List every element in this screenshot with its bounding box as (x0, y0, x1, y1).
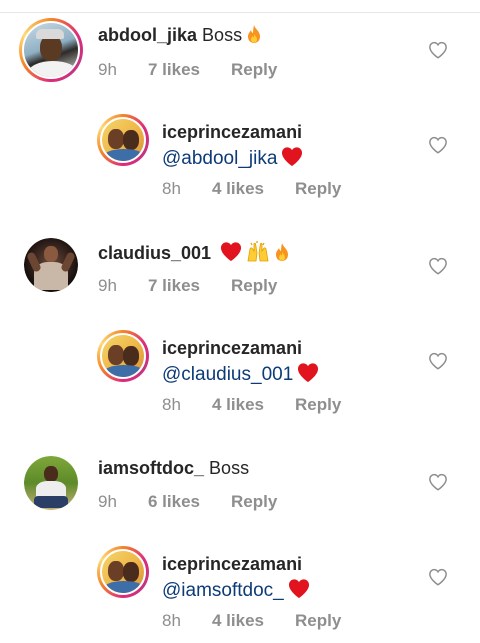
fire-emoji-icon (248, 25, 261, 43)
like-heart-icon[interactable] (428, 136, 448, 154)
timestamp: 8h (162, 395, 181, 414)
username[interactable]: iceprincezamani (162, 338, 302, 359)
red-heart-emoji-icon (288, 579, 309, 599)
likes-count[interactable]: 7 likes (148, 60, 200, 80)
reply-button[interactable]: Reply (295, 179, 341, 199)
likes-count[interactable]: 6 likes (148, 492, 200, 512)
username[interactable]: iamsoftdoc_ (98, 458, 204, 478)
like-heart-icon[interactable] (428, 352, 448, 370)
like-heart-icon[interactable] (428, 568, 448, 586)
avatar[interactable] (24, 238, 78, 292)
comment-meta: 8h 4 likes Reply (162, 179, 362, 201)
comment-meta: 8h 4 likes Reply (162, 395, 362, 417)
reply-button[interactable]: Reply (231, 276, 277, 296)
avatar[interactable] (19, 18, 83, 82)
top-divider (0, 0, 480, 13)
comment-iamsoftdoc: iamsoftdoc_ Boss 9h 6 likes Reply (0, 448, 480, 538)
comment-body: @iamsoftdoc_ (162, 578, 311, 602)
raised-hands-emoji-icon (247, 241, 269, 262)
mention-link[interactable]: @iamsoftdoc_ (162, 580, 284, 601)
fire-emoji-icon (276, 243, 289, 261)
red-heart-emoji-icon (221, 242, 242, 262)
red-heart-emoji-icon (282, 147, 303, 167)
comment-text: Boss (209, 458, 250, 478)
timestamp: 8h (162, 611, 181, 630)
avatar[interactable] (97, 330, 149, 382)
comment-claudius-001: claudius_001 9h 7 likes Reply (0, 232, 480, 322)
like-heart-icon[interactable] (428, 257, 448, 275)
avatar[interactable] (97, 114, 149, 166)
comment-text: Boss (202, 25, 243, 45)
likes-count[interactable]: 4 likes (212, 395, 264, 415)
like-heart-icon[interactable] (428, 41, 448, 59)
reply-button[interactable]: Reply (295, 395, 341, 415)
likes-count[interactable]: 4 likes (212, 179, 264, 199)
comment-abdool-jika: abdool_jika Boss 9h 7 likes Reply (0, 16, 480, 106)
mention-link[interactable]: @claudius_001 (162, 364, 293, 385)
comment-body: iamsoftdoc_ Boss (98, 458, 249, 479)
username[interactable]: iceprincezamani (162, 122, 302, 143)
timestamp: 9h (98, 276, 117, 295)
timestamp: 9h (98, 60, 117, 79)
comment-meta: 9h 6 likes Reply (98, 492, 298, 514)
username[interactable]: iceprincezamani (162, 554, 302, 575)
comment-meta: 8h 4 likes Reply (162, 611, 362, 633)
avatar[interactable] (24, 456, 78, 510)
likes-count[interactable]: 7 likes (148, 276, 200, 296)
reply-button[interactable]: Reply (295, 611, 341, 631)
reply-button[interactable]: Reply (231, 60, 277, 80)
comment-body: @claudius_001 (162, 362, 320, 386)
reply-iceprincezamani-1: iceprincezamani @abdool_jika 8h 4 likes … (0, 108, 480, 208)
timestamp: 8h (162, 179, 181, 198)
mention-link[interactable]: @abdool_jika (162, 148, 277, 169)
reply-button[interactable]: Reply (231, 492, 277, 512)
username[interactable]: abdool_jika (98, 25, 197, 45)
likes-count[interactable]: 4 likes (212, 611, 264, 631)
username[interactable]: claudius_001 (98, 243, 211, 263)
comment-body: abdool_jika Boss (98, 24, 263, 46)
reply-iceprincezamani-3: iceprincezamani @iamsoftdoc_ 8h 4 likes … (0, 540, 480, 643)
reply-iceprincezamani-2: iceprincezamani @claudius_001 8h 4 likes… (0, 324, 480, 424)
comment-body: claudius_001 (98, 240, 291, 264)
red-heart-emoji-icon (298, 363, 319, 383)
like-heart-icon[interactable] (428, 473, 448, 491)
avatar[interactable] (97, 546, 149, 598)
comment-body: @abdool_jika (162, 146, 304, 170)
comment-meta: 9h 7 likes Reply (98, 276, 298, 298)
timestamp: 9h (98, 492, 117, 511)
comment-meta: 9h 7 likes Reply (98, 60, 298, 82)
